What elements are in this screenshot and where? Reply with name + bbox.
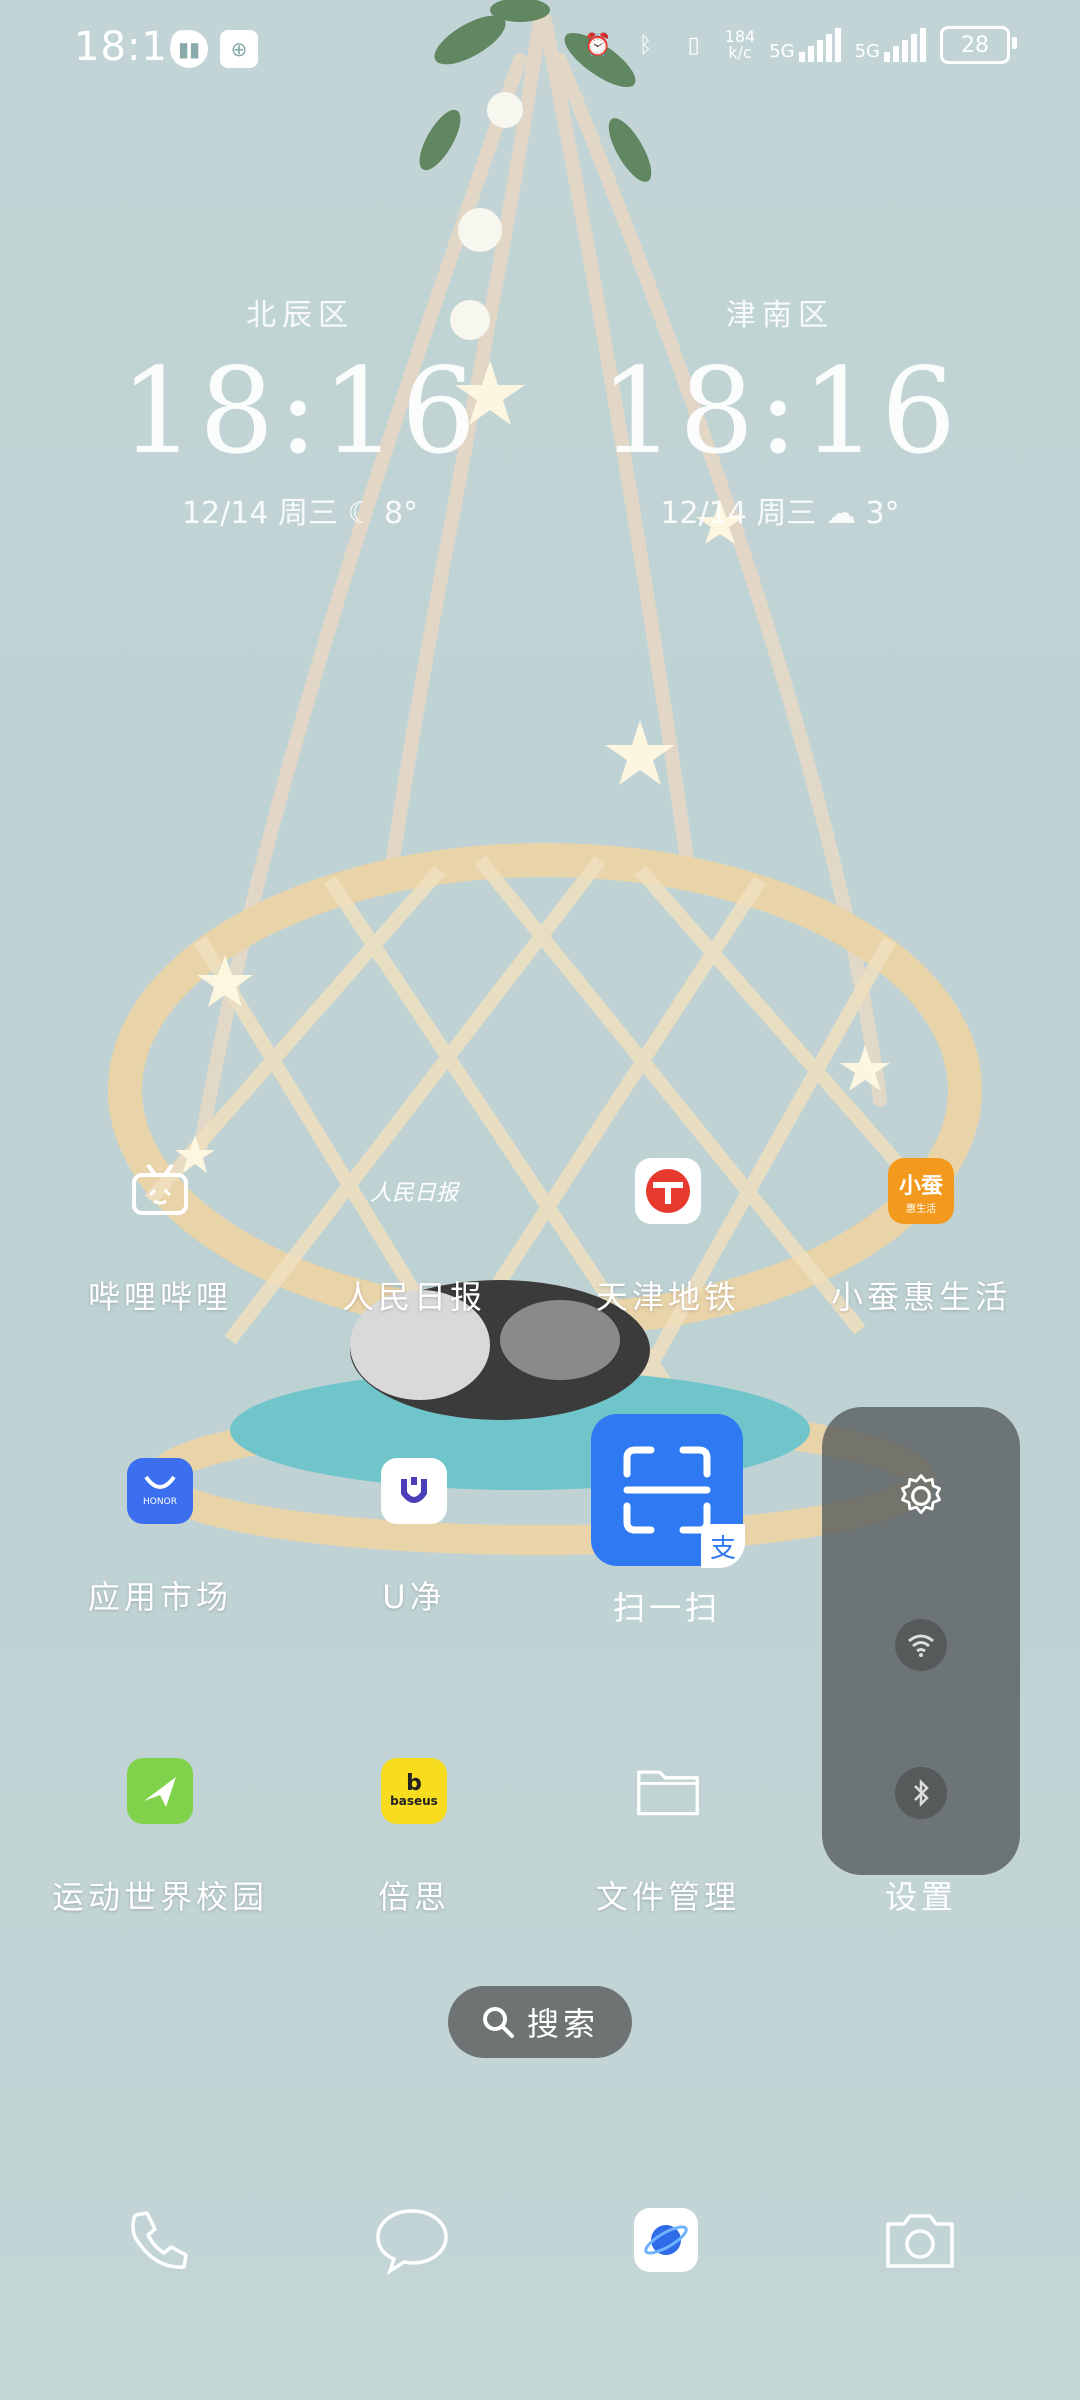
signal-5g-2: 5G: [855, 28, 926, 62]
clock-widget-left[interactable]: 北辰区 18:16 12/14 周三 ☾ 8°: [120, 290, 480, 532]
clock-date-weather: 12/14 周三 ☁ 3°: [660, 496, 900, 531]
sport-campus-icon: [127, 1758, 193, 1824]
settings-gear-icon[interactable]: [895, 1470, 947, 1522]
notification-icon: ▮▮: [170, 30, 208, 68]
app-label: 应用市场: [87, 1578, 232, 1616]
tianjin-metro-icon: [635, 1158, 701, 1224]
battery-indicator: 28: [940, 26, 1017, 64]
app-label: 天津地铁: [595, 1278, 740, 1316]
app-xiaocan[interactable]: 小蚕 惠生活 小蚕惠生活: [806, 1158, 1036, 1318]
app-ujing[interactable]: U净: [299, 1458, 529, 1618]
peoples-daily-icon: 人民日报: [369, 1181, 458, 1206]
signal-bars-icon: [884, 28, 926, 62]
clock-time: 18:16: [600, 342, 961, 480]
app-peoples-daily[interactable]: 人民日报 人民日报: [299, 1158, 529, 1318]
app-label: 小蚕惠生活: [830, 1278, 1011, 1316]
quick-settings-widget[interactable]: [822, 1407, 1020, 1875]
ujing-icon: [381, 1458, 447, 1524]
app-label: 哔哩哔哩: [87, 1278, 232, 1316]
browser-planet-icon: [634, 2208, 698, 2272]
search-label: 搜索: [526, 2005, 599, 2043]
app-market[interactable]: HONOR 应用市场: [45, 1458, 275, 1618]
app-market-icon: HONOR: [127, 1458, 193, 1524]
clock-date-weather: 12/14 周三 ☾ 8°: [181, 496, 419, 531]
app-file-manager[interactable]: 文件管理: [553, 1758, 783, 1918]
clock-city: 北辰区: [246, 298, 354, 333]
signal-5g-1: 5G: [769, 28, 841, 62]
baseus-icon: b baseus: [381, 1758, 447, 1824]
app-baseus[interactable]: b baseus 倍思: [299, 1758, 529, 1918]
settings-label[interactable]: 设置: [806, 1872, 1036, 1918]
cloud-icon: ☁: [825, 496, 856, 531]
app-sport-campus[interactable]: 运动世界校园: [45, 1758, 275, 1918]
wifi-toggle-icon[interactable]: [895, 1619, 947, 1671]
scan-label[interactable]: 扫一扫: [552, 1583, 782, 1629]
alipay-scan-widget[interactable]: 支: [591, 1414, 745, 1568]
app-tianjin-metro[interactable]: 天津地铁: [553, 1158, 783, 1318]
search-icon: [482, 2007, 514, 2038]
dock-messages[interactable]: [372, 2200, 452, 2280]
dock-camera[interactable]: [880, 2200, 960, 2280]
message-bubble-icon: [376, 2209, 448, 2275]
app-label: 倍思: [377, 1878, 450, 1916]
app-label: 运动世界校园: [51, 1878, 268, 1916]
xiaocan-icon: 小蚕 惠生活: [888, 1158, 954, 1224]
phone-icon: [131, 2211, 188, 2269]
network-speed: 184 k/c: [724, 27, 756, 62]
signal-bars-icon: [798, 28, 841, 62]
bilibili-tv-icon: [127, 1158, 193, 1224]
app-label: U净: [382, 1578, 446, 1616]
dock-browser[interactable]: [626, 2200, 706, 2280]
app-label: 人民日报: [341, 1278, 486, 1316]
moon-icon: ☾: [347, 496, 375, 531]
clock-city: 津南区: [726, 298, 834, 333]
camera-icon: [886, 2214, 954, 2268]
status-bar: 18:16 ▮▮ ⊕ ⏰ ᛒ ▯ 184 k/c 5G 5G 28: [0, 0, 1080, 100]
app-bilibili[interactable]: 哔哩哔哩: [45, 1158, 275, 1318]
search-button[interactable]: 搜索: [448, 1986, 632, 2058]
app-label: 文件管理: [595, 1878, 740, 1916]
bluetooth-toggle-icon[interactable]: [895, 1767, 947, 1819]
clock-time: 18:16: [120, 342, 481, 480]
clock-widget-right[interactable]: 津南区 18:16 12/14 周三 ☁ 3°: [600, 290, 960, 532]
alarm-icon: ⏰: [583, 32, 612, 58]
bluetooth-icon: ᛒ: [639, 32, 653, 58]
vibrate-icon: ▯: [687, 32, 700, 58]
folder-icon: [635, 1758, 701, 1824]
status-icons: ⏰ ᛒ ▯ 184 k/c 5G 5G 28: [581, 26, 1017, 64]
bank-app-notification-icon: ⊕: [220, 30, 258, 68]
dock-phone[interactable]: [118, 2200, 198, 2280]
